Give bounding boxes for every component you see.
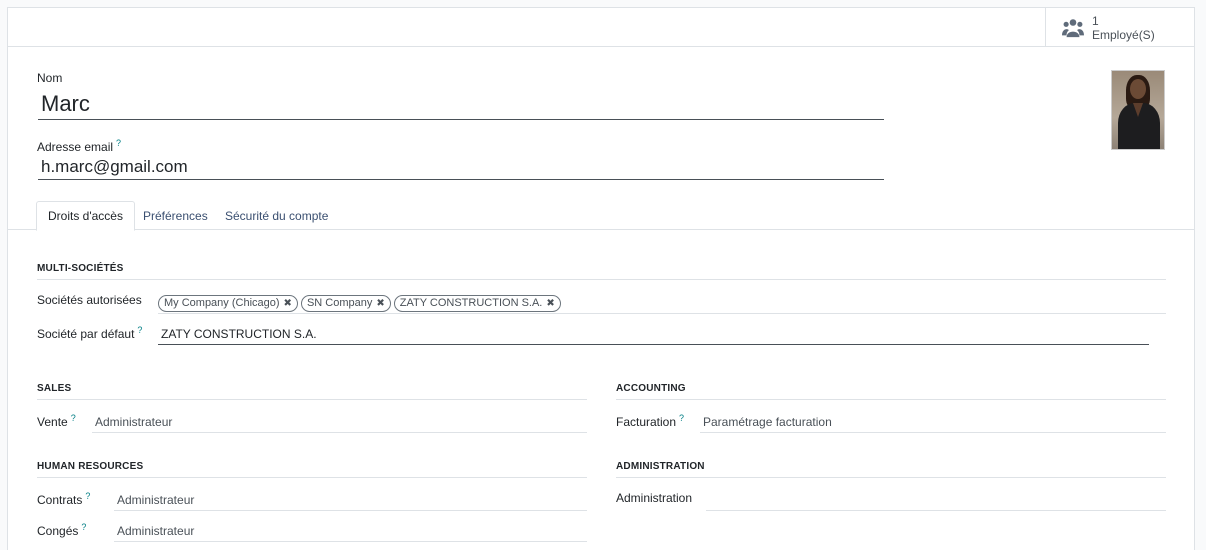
leave-label: Congés?: [37, 522, 86, 538]
allowed-companies-field[interactable]: My Company (Chicago) ✖ SN Company ✖ ZATY C…: [158, 293, 1166, 314]
leave-label-text: Congés: [37, 524, 79, 538]
section-human-resources: HUMAN RESOURCES: [37, 461, 587, 478]
section-administration: ADMINISTRATION: [616, 461, 1166, 478]
section-accounting: ACCOUNTING: [616, 383, 1166, 400]
allowed-companies-label: Sociétés autorisées: [37, 293, 142, 307]
users-icon: [1062, 18, 1084, 37]
help-icon[interactable]: ?: [85, 491, 90, 501]
contracts-label: Contrats?: [37, 491, 90, 507]
administration-rights-select[interactable]: [706, 489, 1166, 511]
email-label-text: Adresse email: [37, 140, 114, 154]
tab-access-rights[interactable]: Droits d'accès: [36, 201, 135, 231]
remove-tag-icon[interactable]: ✖: [376, 298, 384, 309]
user-photo[interactable]: [1111, 70, 1165, 150]
help-icon[interactable]: ?: [137, 325, 142, 335]
section-multi-company: MULTI-SOCIÉTÉS: [37, 263, 1166, 280]
tab-preferences[interactable]: Préférences: [132, 201, 219, 230]
name-input[interactable]: [38, 88, 884, 120]
company-tag-label: ZATY CONSTRUCTION S.A.: [399, 297, 543, 309]
help-icon[interactable]: ?: [116, 138, 121, 148]
employees-label: Employé(S): [1092, 27, 1155, 42]
sales-label: Vente?: [37, 413, 76, 429]
tab-account-security[interactable]: Sécurité du compte: [214, 201, 339, 230]
invoicing-label-text: Facturation: [616, 415, 677, 429]
company-tag-label: My Company (Chicago): [164, 297, 280, 309]
invoicing-rights-select[interactable]: Paramétrage facturation: [700, 411, 1166, 433]
notebook-tabs: Droits d'accès Préférences Sécurité du c…: [8, 201, 1194, 231]
company-tag[interactable]: ZATY CONSTRUCTION S.A. ✖: [393, 294, 561, 312]
remove-tag-icon[interactable]: ✖: [546, 298, 554, 309]
invoicing-label: Facturation?: [616, 413, 684, 429]
default-company-label: Société par défaut?: [37, 325, 142, 341]
administration-label: Administration: [616, 491, 693, 505]
help-icon[interactable]: ?: [71, 413, 76, 423]
form-sheet: 1 Employé(S) Nom Adresse email? Droits d…: [7, 7, 1195, 550]
employees-count: 1: [1092, 13, 1099, 28]
help-icon[interactable]: ?: [81, 522, 86, 532]
employees-stat-button[interactable]: 1 Employé(S): [1045, 8, 1194, 47]
email-input[interactable]: [38, 155, 884, 180]
default-company-label-text: Société par défaut: [37, 327, 135, 341]
button-box: 1 Employé(S): [8, 8, 1194, 47]
email-label: Adresse email?: [37, 138, 121, 154]
section-sales: SALES: [37, 383, 587, 400]
name-label: Nom: [37, 71, 63, 85]
contracts-label-text: Contrats: [37, 493, 83, 507]
default-company-select[interactable]: ZATY CONSTRUCTION S.A.: [158, 323, 1149, 345]
company-tag[interactable]: SN Company ✖: [300, 294, 391, 312]
sales-label-text: Vente: [37, 415, 68, 429]
remove-tag-icon[interactable]: ✖: [284, 298, 292, 309]
sales-rights-select[interactable]: Administrateur: [92, 411, 587, 433]
contracts-rights-select[interactable]: Administrateur: [114, 489, 587, 511]
leave-rights-select[interactable]: Administrateur: [114, 520, 587, 542]
company-tag[interactable]: My Company (Chicago) ✖: [158, 294, 298, 312]
company-tag-label: SN Company: [306, 297, 373, 309]
help-icon[interactable]: ?: [679, 413, 684, 423]
